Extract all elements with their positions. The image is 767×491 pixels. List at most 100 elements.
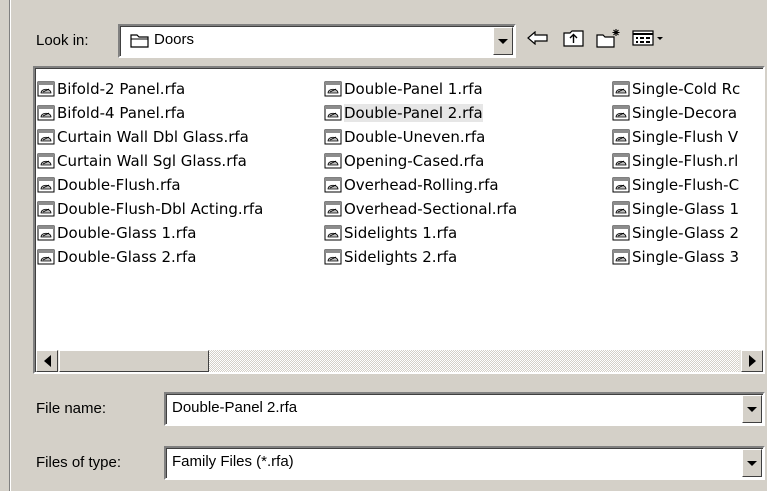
family-file-icon — [324, 249, 342, 265]
family-file-icon — [324, 177, 342, 193]
file-list-item[interactable]: Single-Glass 3 — [612, 245, 742, 269]
file-list-item[interactable]: Sidelights 2.rfa — [324, 245, 460, 269]
file-list-item[interactable]: Sidelights 1.rfa — [324, 221, 460, 245]
family-file-icon — [612, 201, 630, 217]
family-file-icon — [37, 129, 55, 145]
back-arrow-icon — [527, 30, 549, 49]
family-file-icon — [612, 129, 630, 145]
new-folder-button[interactable] — [594, 26, 624, 54]
file-list-item[interactable]: Overhead-Sectional.rfa — [324, 197, 520, 221]
family-file-icon — [612, 105, 630, 121]
file-name-field[interactable]: Double-Panel 2.rfa — [164, 392, 765, 426]
file-name-text: Curtain Wall Dbl Glass.rfa — [57, 128, 249, 146]
family-file-icon — [324, 129, 342, 145]
file-list-item[interactable]: Single-Flush.rl — [612, 149, 741, 173]
look-in-value: Doors — [154, 31, 195, 48]
file-list-item[interactable]: Double-Flush.rfa — [37, 173, 184, 197]
file-name-text: Double-Panel 1.rfa — [344, 80, 483, 98]
scrollbar-thumb[interactable] — [59, 350, 209, 372]
file-list-item[interactable]: Curtain Wall Sgl Glass.rfa — [37, 149, 250, 173]
file-name-text: Double-Flush-Dbl Acting.rfa — [57, 200, 264, 218]
file-name-text: Single-Glass 3 — [632, 248, 739, 266]
file-name-text: Curtain Wall Sgl Glass.rfa — [57, 152, 247, 170]
family-file-icon — [324, 81, 342, 97]
file-name-text: Overhead-Sectional.rfa — [344, 200, 518, 218]
file-name-text: Double-Flush.rfa — [57, 176, 181, 194]
family-file-icon — [324, 201, 342, 217]
family-file-icon — [37, 225, 55, 241]
file-list-item[interactable]: Double-Glass 1.rfa — [37, 221, 199, 245]
file-list-item[interactable]: Single-Glass 2 — [612, 221, 742, 245]
file-name-text: Single-Flush V — [632, 128, 739, 146]
file-name-text: Single-Glass 1 — [632, 200, 739, 218]
file-name-text: Overhead-Rolling.rfa — [344, 176, 499, 194]
file-list-item[interactable]: Overhead-Rolling.rfa — [324, 173, 502, 197]
file-name-text: Double-Uneven.rfa — [344, 128, 486, 146]
family-file-icon — [37, 177, 55, 193]
family-file-icon — [612, 81, 630, 97]
up-one-level-icon — [563, 29, 585, 51]
file-list-item[interactable]: Single-Flush-C — [612, 173, 742, 197]
file-list-item[interactable]: Double-Uneven.rfa — [324, 125, 488, 149]
chevron-down-icon — [498, 38, 508, 44]
file-name-text: Bifold-2 Panel.rfa — [57, 80, 186, 98]
scroll-right-button[interactable] — [741, 350, 763, 372]
scroll-right-arrow-icon — [748, 355, 756, 367]
family-file-icon — [612, 249, 630, 265]
chevron-down-icon — [747, 460, 757, 466]
family-file-icon — [612, 153, 630, 169]
file-name-text: Opening-Cased.rfa — [344, 152, 485, 170]
file-list-item[interactable]: Double-Panel 1.rfa — [324, 77, 486, 101]
files-of-type-dropdown-button[interactable] — [742, 449, 762, 477]
file-list-item[interactable]: Bifold-4 Panel.rfa — [37, 101, 188, 125]
file-name-text: Double-Glass 1.rfa — [57, 224, 197, 242]
dialog-left-edge — [0, 0, 10, 491]
horizontal-scrollbar[interactable] — [36, 350, 763, 372]
chevron-down-icon — [747, 406, 757, 412]
look-in-dropdown-button[interactable] — [493, 27, 513, 55]
file-list-item[interactable]: Single-Glass 1 — [612, 197, 742, 221]
files-of-type-label: Files of type: — [36, 454, 122, 471]
file-list-item[interactable]: Bifold-2 Panel.rfa — [37, 77, 188, 101]
files-of-type-dropdown[interactable]: Family Files (*.rfa) — [164, 446, 765, 480]
file-name-text: Double-Glass 2.rfa — [57, 248, 197, 266]
file-list-item[interactable]: Single-Flush V — [612, 125, 741, 149]
file-list-item[interactable]: Curtain Wall Dbl Glass.rfa — [37, 125, 252, 149]
file-name-text: Double-Panel 2.rfa — [344, 104, 483, 122]
up-one-level-button[interactable] — [560, 26, 588, 54]
family-file-icon — [324, 153, 342, 169]
file-list-item[interactable]: Single-Decora — [612, 101, 740, 125]
file-name-text: Sidelights 1.rfa — [344, 224, 458, 242]
family-file-icon — [37, 81, 55, 97]
file-name-text: Single-Decora — [632, 104, 738, 122]
file-name-text: Bifold-4 Panel.rfa — [57, 104, 186, 122]
family-file-icon — [612, 225, 630, 241]
file-name-text: Single-Cold Rc — [632, 80, 741, 98]
file-list-item[interactable]: Single-Cold Rc — [612, 77, 743, 101]
family-file-icon — [612, 177, 630, 193]
new-folder-icon — [596, 28, 622, 52]
scroll-left-arrow-icon — [43, 355, 51, 367]
scroll-left-button[interactable] — [36, 350, 58, 372]
family-file-icon — [37, 201, 55, 217]
files-of-type-value: Family Files (*.rfa) — [172, 453, 294, 470]
file-name-text: Sidelights 2.rfa — [344, 248, 458, 266]
view-menu-button[interactable] — [630, 26, 670, 54]
file-name-value: Double-Panel 2.rfa — [172, 399, 298, 416]
file-list[interactable]: Bifold-2 Panel.rfa Bifold-4 Panel.rfa Curt… — [33, 66, 765, 374]
file-list-item[interactable]: Double-Flush-Dbl Acting.rfa — [37, 197, 266, 221]
back-button[interactable] — [524, 26, 552, 54]
file-name-text: Single-Flush-C — [632, 176, 740, 194]
file-name-label: File name: — [36, 400, 107, 417]
folder-icon — [130, 32, 150, 53]
file-list-item[interactable]: Double-Glass 2.rfa — [37, 245, 199, 269]
view-menu-icon — [632, 30, 668, 50]
look-in-dropdown[interactable]: Doors — [118, 24, 516, 58]
family-file-icon — [324, 225, 342, 241]
file-name-dropdown-button[interactable] — [742, 395, 762, 423]
file-list-item[interactable]: Opening-Cased.rfa — [324, 149, 487, 173]
file-name-text: Single-Glass 2 — [632, 224, 739, 242]
look-in-label: Look in: — [36, 32, 89, 49]
file-name-text: Single-Flush.rl — [632, 152, 739, 170]
file-list-item[interactable]: Double-Panel 2.rfa — [324, 101, 486, 125]
